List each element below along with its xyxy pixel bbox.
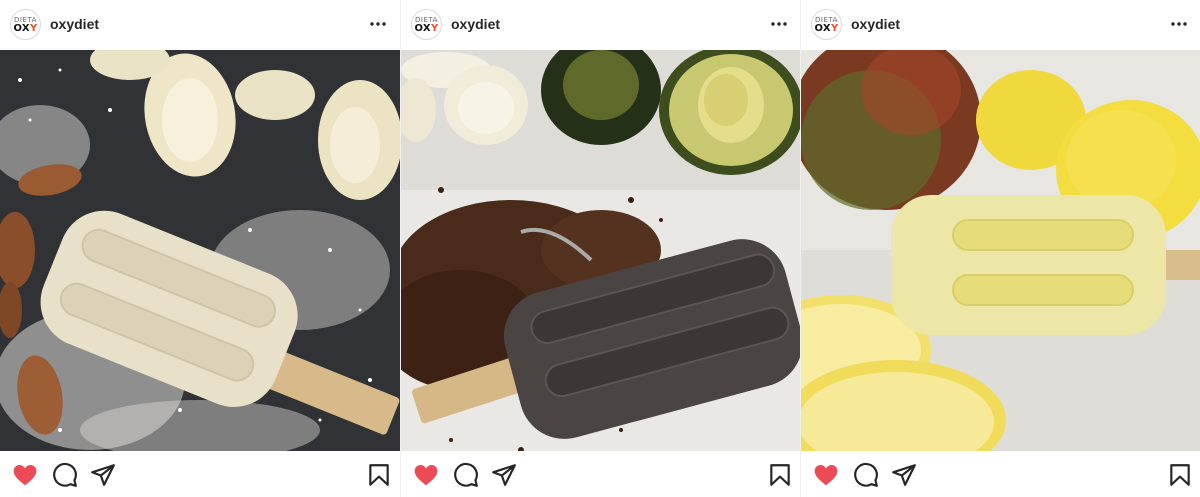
avatar[interactable]: DIETA OXY: [411, 9, 442, 40]
heart-icon[interactable]: [12, 462, 38, 488]
post-header: DIETA OXY oxydiet: [0, 0, 400, 50]
heart-icon[interactable]: [413, 462, 439, 488]
post-photo[interactable]: [401, 50, 800, 451]
avatar[interactable]: DIETA OXY: [10, 9, 41, 40]
post-photo[interactable]: [0, 50, 400, 451]
post-actions: [801, 451, 1200, 497]
bookmark-icon[interactable]: [366, 462, 392, 488]
post-1: DIETA OXY oxydiet: [0, 0, 400, 497]
avatar-line2: OXY: [414, 23, 439, 34]
more-options-icon[interactable]: [769, 14, 789, 34]
avatar-line2: OXY: [814, 23, 839, 34]
bookmark-icon[interactable]: [1167, 462, 1193, 488]
heart-icon[interactable]: [813, 462, 839, 488]
mango-lemon-popsicle-photo: [801, 50, 1200, 451]
more-options-icon[interactable]: [368, 14, 388, 34]
feed-row: DIETA OXY oxydiet DIETA OXY oxydiet DIET…: [0, 0, 1200, 497]
username[interactable]: oxydiet: [50, 15, 99, 33]
share-icon[interactable]: [491, 462, 517, 488]
username[interactable]: oxydiet: [851, 15, 900, 33]
post-header: DIETA OXY oxydiet: [801, 0, 1200, 50]
comment-icon[interactable]: [52, 462, 78, 488]
share-icon[interactable]: [90, 462, 116, 488]
cocoa-avocado-popsicle-photo: [401, 50, 800, 451]
share-icon[interactable]: [891, 462, 917, 488]
post-photo[interactable]: [801, 50, 1200, 451]
comment-icon[interactable]: [453, 462, 479, 488]
post-3: DIETA OXY oxydiet: [800, 0, 1200, 497]
post-2: DIETA OXY oxydiet: [400, 0, 800, 497]
post-header: DIETA OXY oxydiet: [401, 0, 800, 50]
avatar-line2: OXY: [13, 23, 38, 34]
banana-coconut-popsicle-photo: [0, 50, 400, 451]
post-actions: [0, 451, 400, 497]
username[interactable]: oxydiet: [451, 15, 500, 33]
more-options-icon[interactable]: [1169, 14, 1189, 34]
comment-icon[interactable]: [853, 462, 879, 488]
post-actions: [401, 451, 800, 497]
avatar[interactable]: DIETA OXY: [811, 9, 842, 40]
bookmark-icon[interactable]: [767, 462, 793, 488]
